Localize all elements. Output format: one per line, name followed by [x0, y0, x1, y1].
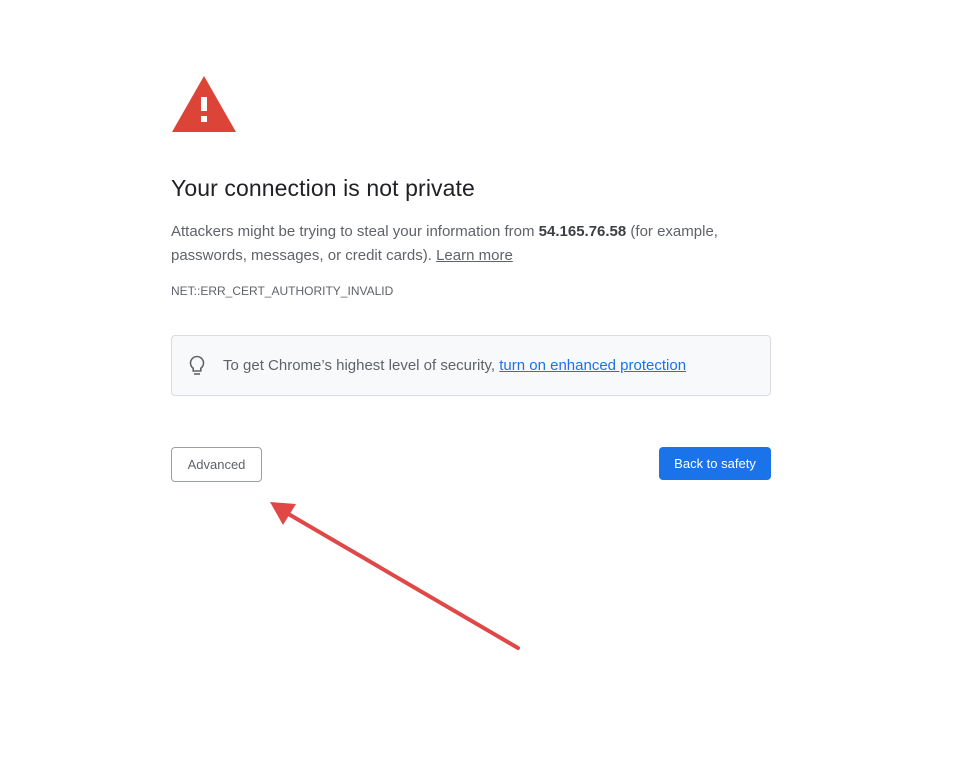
host-address: 54.165.76.58	[538, 223, 627, 240]
enhanced-protection-tip: To get Chrome’s highest level of securit…	[171, 335, 771, 396]
back-to-safety-button[interactable]: Back to safety	[659, 447, 771, 480]
warning-triangle-icon	[172, 76, 236, 132]
security-tip-label: To get Chrome’s highest level of securit…	[223, 357, 500, 374]
enhanced-protection-link[interactable]: turn on enhanced protection	[499, 357, 686, 374]
page-title: Your connection is not private	[171, 175, 475, 201]
lightbulb-icon	[189, 355, 205, 375]
error-code: NET::ERR_CERT_AUTHORITY_INVALID	[171, 284, 394, 298]
message-text-before-host: Attackers might be trying to steal your …	[171, 223, 539, 240]
advanced-button[interactable]: Advanced	[171, 447, 262, 482]
security-tip-text: To get Chrome’s highest level of securit…	[223, 357, 686, 374]
interstitial-page: Your connection is not private Attackers…	[0, 0, 962, 776]
learn-more-link[interactable]: Learn more	[436, 247, 513, 264]
main-message: Attackers might be trying to steal your …	[171, 220, 771, 268]
